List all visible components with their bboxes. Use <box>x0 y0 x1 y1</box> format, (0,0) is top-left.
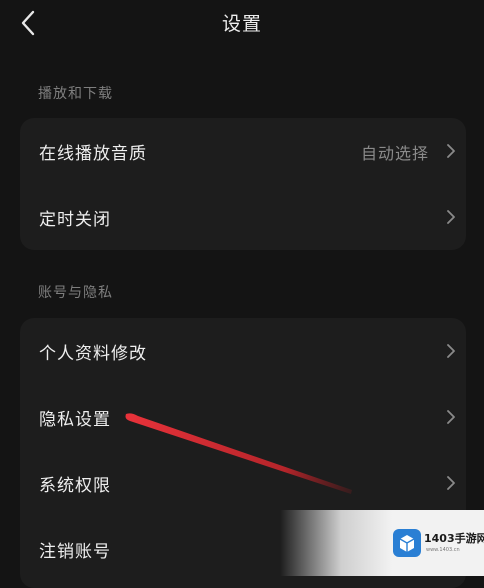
header-bar: 设置 <box>0 0 484 48</box>
section-title-account: 账号与隐私 <box>38 285 113 301</box>
setting-label: 定时关闭 <box>39 210 111 230</box>
watermark: 1403手游网 www.1403.cn <box>280 510 484 576</box>
setting-row-privacy[interactable]: 隐私设置 <box>20 384 466 450</box>
setting-label: 在线播放音质 <box>39 144 147 164</box>
setting-row-edit-profile[interactable]: 个人资料修改 <box>20 318 466 384</box>
setting-row-playback-quality[interactable]: 在线播放音质 自动选择 <box>20 118 466 184</box>
setting-row-sleep-timer[interactable]: 定时关闭 <box>20 184 466 250</box>
page-title: 设置 <box>221 13 262 35</box>
chevron-right-icon <box>446 410 456 424</box>
setting-label: 隐私设置 <box>39 410 111 430</box>
watermark-text: 1403手游网 <box>424 532 484 545</box>
chevron-right-icon <box>446 144 456 158</box>
chevron-right-icon <box>446 210 456 224</box>
setting-label: 个人资料修改 <box>39 344 147 364</box>
watermark-subtext: www.1403.cn <box>426 547 460 553</box>
setting-value: 自动选择 <box>360 144 429 163</box>
chevron-right-icon <box>446 344 456 358</box>
chevron-right-icon <box>446 476 456 490</box>
setting-row-system-permissions[interactable]: 系统权限 <box>20 450 466 516</box>
setting-label: 注销账号 <box>39 542 111 562</box>
settings-card-playback: 在线播放音质 自动选择 定时关闭 <box>20 118 466 250</box>
setting-label: 系统权限 <box>39 476 111 496</box>
box-logo-icon <box>392 528 422 558</box>
section-title-playback: 播放和下载 <box>38 86 113 102</box>
